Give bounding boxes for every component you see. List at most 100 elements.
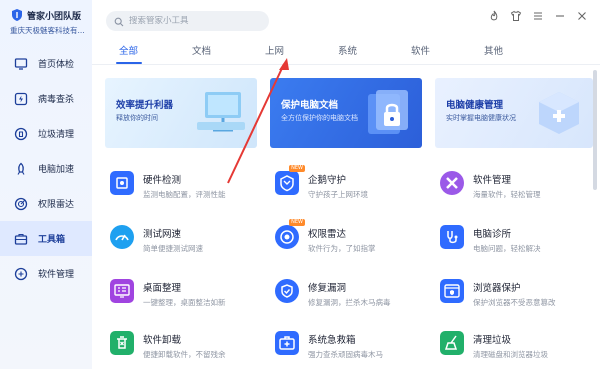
search-box[interactable] xyxy=(106,11,269,31)
radar-icon: NEW xyxy=(275,219,305,249)
health-cube-icon xyxy=(539,92,579,134)
tool-name: 企鹅守护 xyxy=(308,175,347,186)
apps-icon xyxy=(14,267,28,281)
desktop-grid-icon xyxy=(110,279,134,303)
tool-desc: 软件行为，了如指掌 xyxy=(308,244,376,253)
brand: 管家小团队版 xyxy=(0,0,92,22)
sidebar-item-label: 权限雷达 xyxy=(38,200,75,210)
tool-desc: 海量软件，轻松管理 xyxy=(473,190,541,199)
flame-icon[interactable] xyxy=(488,10,500,22)
sidebar-item-virus-scan[interactable]: 病毒查杀 xyxy=(0,81,92,116)
tool-desktop-organize[interactable]: 桌面整理 一键整理，桌面整洁如新 xyxy=(110,274,260,314)
tool-system-first-aid[interactable]: 系统急救箱 强力查杀顽固病毒木马 xyxy=(275,326,425,366)
top-bar xyxy=(92,0,600,36)
window-controls xyxy=(488,10,588,22)
tool-desc: 守护孩子上网环境 xyxy=(308,190,368,199)
trash-cycle-icon xyxy=(14,127,28,141)
app-title: 管家小团队版 xyxy=(27,11,82,22)
penguin-shield-icon: NEW xyxy=(275,165,305,195)
category-tabs: 全部 文档 上网 系统 软件 其他 xyxy=(92,40,600,64)
tool-name: 软件管理 xyxy=(473,175,512,186)
monitor-icon xyxy=(14,57,28,71)
tool-name: 硬件检测 xyxy=(143,175,182,186)
tool-name: 桌面整理 xyxy=(143,283,182,294)
lock-document-icon xyxy=(368,90,408,134)
first-aid-icon xyxy=(275,331,299,355)
sidebar-item-speedup[interactable]: 电脑加速 xyxy=(0,151,92,186)
tool-desc: 清理磁盘和浏览器垃圾 xyxy=(473,350,548,359)
tab-software[interactable]: 软件 xyxy=(384,40,457,64)
shield-logo-icon xyxy=(12,9,22,21)
skin-shirt-icon[interactable] xyxy=(510,10,522,22)
speedometer-icon xyxy=(110,225,134,249)
banner-subtitle: 全方位保护你的电脑文档 xyxy=(281,114,358,122)
sidebar-item-label: 工具箱 xyxy=(38,235,66,245)
sidebar-item-permission-radar[interactable]: 权限雷达 xyxy=(0,186,92,221)
browser-shield-icon xyxy=(440,279,464,303)
apps-icon xyxy=(440,171,464,195)
sidebar-item-junk-cleanup[interactable]: 垃圾清理 xyxy=(0,116,92,151)
shield-repair-icon xyxy=(275,279,299,303)
tool-software-manager[interactable]: 软件管理 海量软件，轻松管理 xyxy=(440,166,590,206)
banner-pc-health[interactable]: 电脑健康管理 实时掌握电脑健康状况 xyxy=(435,78,593,148)
tab-other[interactable]: 其他 xyxy=(457,40,530,64)
sidebar-item-toolbox[interactable]: 工具箱 xyxy=(0,221,92,256)
tool-desc: 监测电脑配置，评测性能 xyxy=(143,190,226,199)
toolbox-icon xyxy=(14,232,28,246)
tool-speed-test[interactable]: 测试网速 简单便捷测试网速 xyxy=(110,220,260,260)
search-input[interactable] xyxy=(129,16,259,26)
tool-desc: 便捷卸载软件，不留残余 xyxy=(143,350,226,359)
tool-uninstall[interactable]: 软件卸载 便捷卸载软件，不留残余 xyxy=(110,326,260,366)
banner-subtitle: 实时掌握电脑健康状况 xyxy=(446,114,516,122)
tab-all[interactable]: 全部 xyxy=(92,40,165,64)
banner-protect-docs[interactable]: 保护电脑文档 全方位保护你的电脑文档 xyxy=(270,78,422,148)
sidebar-nav: 首页体检 病毒查杀 垃圾清理 电脑加速 权限雷达 工具箱 软件管理 xyxy=(0,46,92,291)
sidebar-item-label: 垃圾清理 xyxy=(38,130,75,140)
tool-name: 电脑诊所 xyxy=(473,229,512,240)
lightning-shield-icon xyxy=(14,92,28,106)
tool-name: 清理垃圾 xyxy=(473,335,512,346)
tool-fix-vulnerability[interactable]: 修复漏洞 修复漏洞，拦杀木马病毒 xyxy=(275,274,425,314)
tool-clean-junk[interactable]: 清理垃圾 清理磁盘和浏览器垃圾 xyxy=(440,326,590,366)
tool-desc: 电脑问题，轻松解决 xyxy=(473,244,541,253)
banner-title: 保护电脑文档 xyxy=(281,100,339,111)
tool-name: 修复漏洞 xyxy=(308,283,347,294)
sidebar: 管家小团队版 重庆天极魅客科技有... 首页体检 病毒查杀 垃圾清理 电脑加速 xyxy=(0,0,92,369)
rocket-icon xyxy=(14,162,28,176)
sidebar-item-home-checkup[interactable]: 首页体检 xyxy=(0,46,92,81)
banner-efficiency[interactable]: 效率提升利器 释放你的时间 xyxy=(105,78,257,148)
banner-subtitle: 释放你的时间 xyxy=(116,114,158,122)
new-badge: NEW xyxy=(289,165,305,172)
sidebar-item-label: 电脑加速 xyxy=(38,165,75,175)
banner-row: 效率提升利器 释放你的时间 保护电脑文档 全方位保护你的电脑文档 电脑健康管理 … xyxy=(105,78,593,148)
tool-name: 权限雷达 xyxy=(308,229,347,240)
tool-pc-clinic[interactable]: 电脑诊所 电脑问题，轻松解决 xyxy=(440,220,590,260)
tool-name: 软件卸载 xyxy=(143,335,182,346)
tool-permission-radar[interactable]: NEW 权限雷达 软件行为，了如指掌 xyxy=(275,219,425,260)
tab-system[interactable]: 系统 xyxy=(311,40,384,64)
tab-internet[interactable]: 上网 xyxy=(238,40,311,64)
scrollbar[interactable] xyxy=(593,70,597,190)
menu-icon[interactable] xyxy=(532,10,544,22)
tab-documents[interactable]: 文档 xyxy=(165,40,238,64)
sidebar-item-label: 首页体检 xyxy=(38,60,75,70)
tool-name: 浏览器保护 xyxy=(473,283,521,294)
close-icon[interactable] xyxy=(576,10,588,22)
radar-icon xyxy=(14,197,28,211)
tool-desc: 强力查杀顽固病毒木马 xyxy=(308,350,383,359)
minimize-icon[interactable] xyxy=(554,10,566,22)
tool-hardware-check[interactable]: 硬件检测 监测电脑配置，评测性能 xyxy=(110,166,260,206)
tool-name: 测试网速 xyxy=(143,229,182,240)
tool-browser-protect[interactable]: 浏览器保护 保护浏览器不受恶意篡改 xyxy=(440,274,590,314)
tool-desc: 一键整理，桌面整洁如新 xyxy=(143,298,226,307)
screen-illustration-icon xyxy=(197,92,245,132)
banner-title: 电脑健康管理 xyxy=(446,100,504,111)
search-icon xyxy=(114,12,124,31)
stethoscope-icon xyxy=(440,225,464,249)
new-badge: NEW xyxy=(289,219,305,226)
sidebar-item-software-manager[interactable]: 软件管理 xyxy=(0,256,92,291)
tool-desc: 修复漏洞，拦杀木马病毒 xyxy=(308,298,391,307)
chip-icon xyxy=(110,171,134,195)
tool-penguin-guard[interactable]: NEW 企鹅守护 守护孩子上网环境 xyxy=(275,165,425,206)
sidebar-item-label: 病毒查杀 xyxy=(38,95,75,105)
